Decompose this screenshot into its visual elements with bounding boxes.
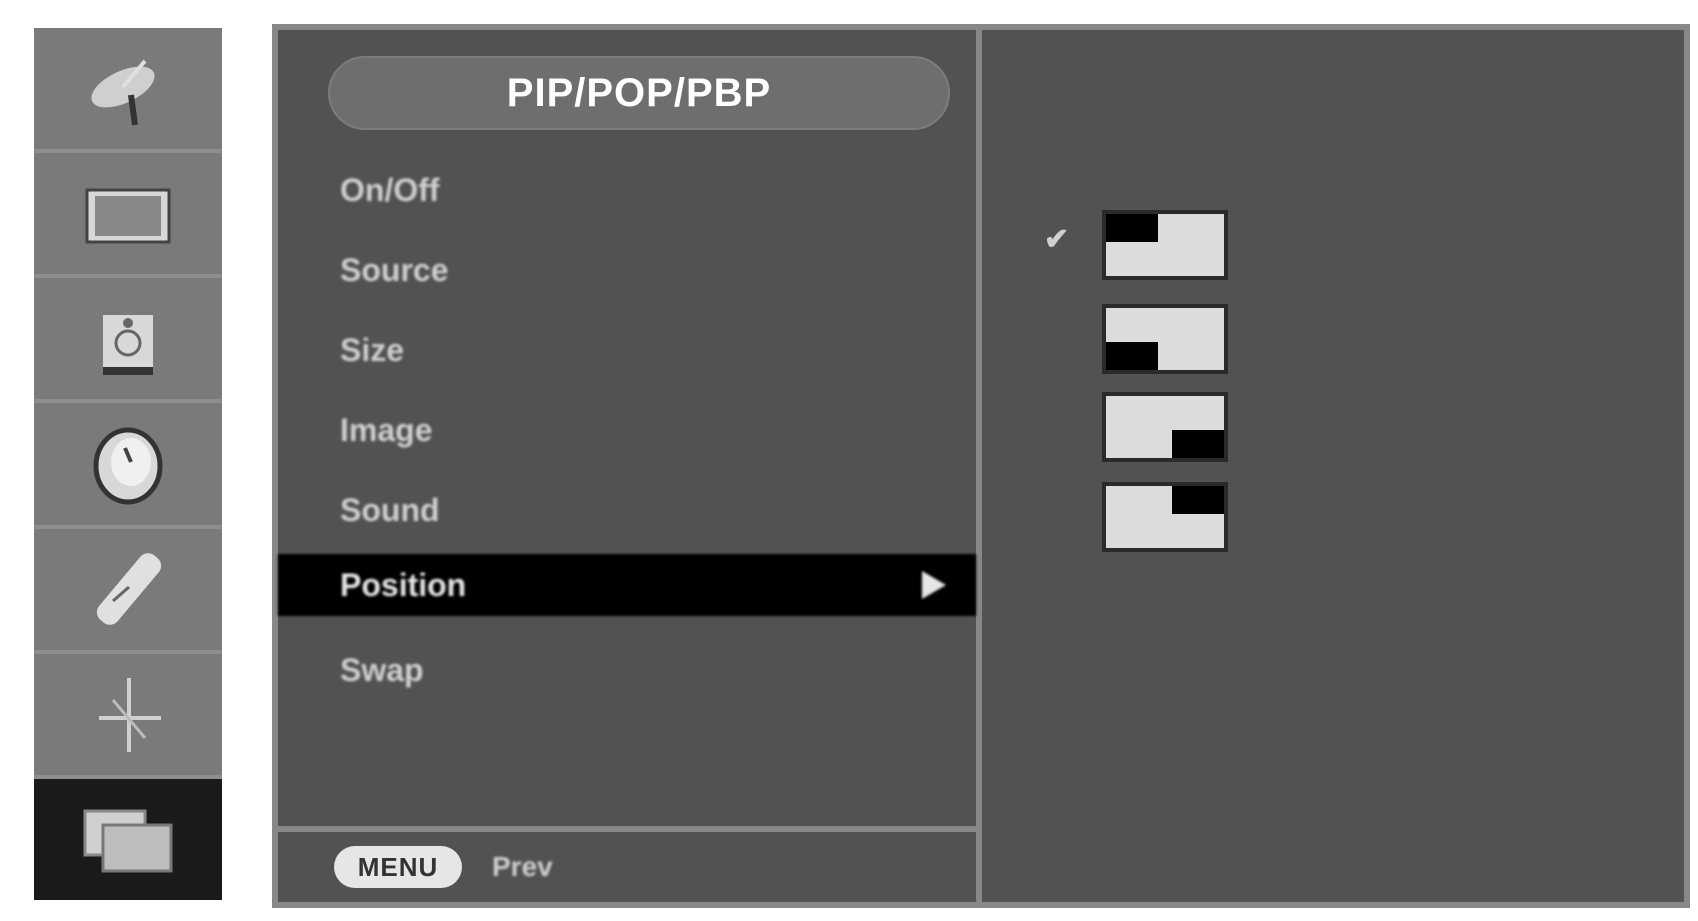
remote-control-icon — [96, 553, 162, 625]
picture-icon — [85, 188, 171, 244]
pip-menu-panel: PIP/POP/PBP On/Off Source Size Image Sou… — [272, 24, 982, 908]
menu-item-position[interactable]: Position — [278, 554, 976, 616]
position-option-bottom-left[interactable] — [1102, 304, 1228, 374]
check-icon: ✔ — [1044, 223, 1070, 256]
sidebar-item-time[interactable] — [34, 403, 222, 529]
pip-window-marker — [1106, 214, 1158, 242]
menu-item-label: Sound — [340, 491, 440, 528]
menu-item-swap[interactable]: Swap — [278, 630, 976, 710]
sidebar-item-setup[interactable] — [34, 654, 222, 779]
menu-item-sound[interactable]: Sound — [278, 470, 976, 550]
clock-icon — [93, 427, 163, 505]
pip-window-marker — [1172, 430, 1224, 458]
menu-item-label: Source — [340, 251, 449, 288]
sidebar-item-pip[interactable] — [34, 778, 222, 900]
menu-item-label: Size — [340, 331, 405, 368]
menu-item-on-off[interactable]: On/Off — [278, 150, 976, 230]
pip-window-marker — [1106, 342, 1158, 370]
satellite-dish-icon — [91, 59, 155, 125]
menu-item-image[interactable]: Image — [278, 390, 976, 470]
arrow-right-icon — [922, 571, 946, 599]
audio-icon — [103, 314, 153, 375]
menu-item-label: Image — [340, 411, 433, 448]
position-option-top-left[interactable] — [1102, 210, 1228, 280]
footer-hint: Prev — [492, 851, 553, 882]
sidebar-item-channel[interactable] — [34, 28, 222, 154]
sidebar-item-picture[interactable] — [34, 153, 222, 279]
menu-footer: MENU Prev — [278, 826, 976, 902]
menu-title: PIP/POP/PBP — [328, 56, 950, 130]
category-sidebar — [34, 28, 222, 900]
menu-item-label: Position — [340, 566, 467, 603]
position-option-top-right[interactable] — [1102, 482, 1228, 552]
menu-list: On/Off Source Size Image Sound Position … — [278, 150, 976, 710]
sidebar-item-option[interactable] — [34, 529, 222, 654]
menu-item-label: On/Off — [340, 171, 440, 208]
position-sub-panel: ✔ — [982, 24, 1690, 908]
menu-button[interactable]: MENU — [334, 846, 462, 888]
pip-window-marker — [1172, 486, 1224, 514]
sidebar-item-audio[interactable] — [34, 278, 222, 404]
menu-item-size[interactable]: Size — [278, 310, 976, 390]
position-option-bottom-right[interactable] — [1102, 392, 1228, 462]
menu-item-label: Swap — [340, 651, 424, 688]
setup-icon — [99, 678, 161, 753]
pip-icon — [83, 809, 173, 873]
menu-item-source[interactable]: Source — [278, 230, 976, 310]
